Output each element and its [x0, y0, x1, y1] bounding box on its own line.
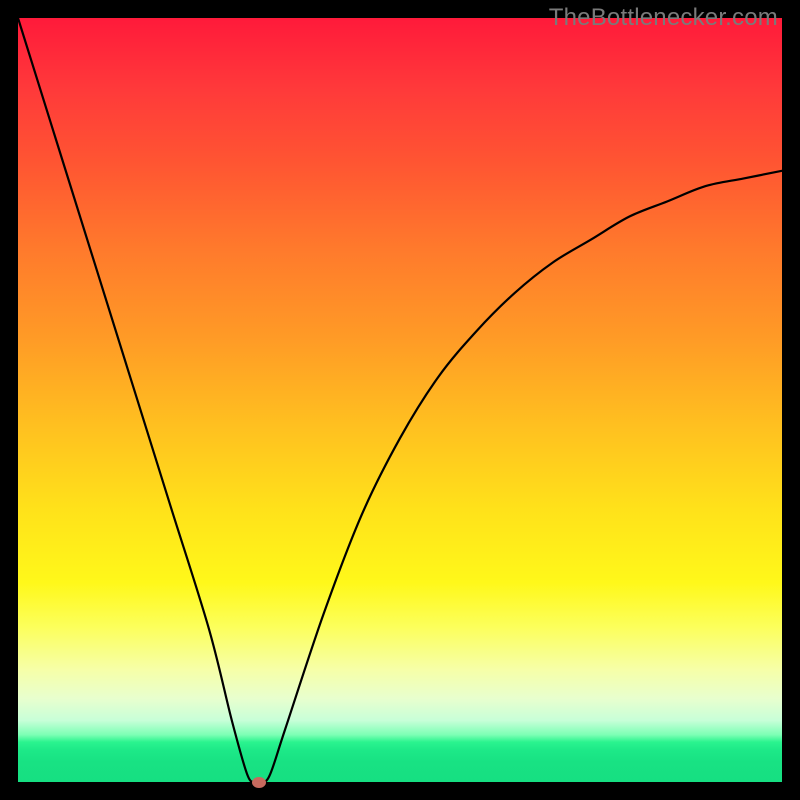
- plot-frame: [18, 18, 782, 782]
- optimum-marker: [252, 777, 266, 788]
- attribution-text: TheBottlenecker.com: [549, 4, 778, 32]
- gradient-bottom: [18, 742, 782, 782]
- plot-area: [18, 18, 782, 782]
- gradient-main: [18, 18, 782, 742]
